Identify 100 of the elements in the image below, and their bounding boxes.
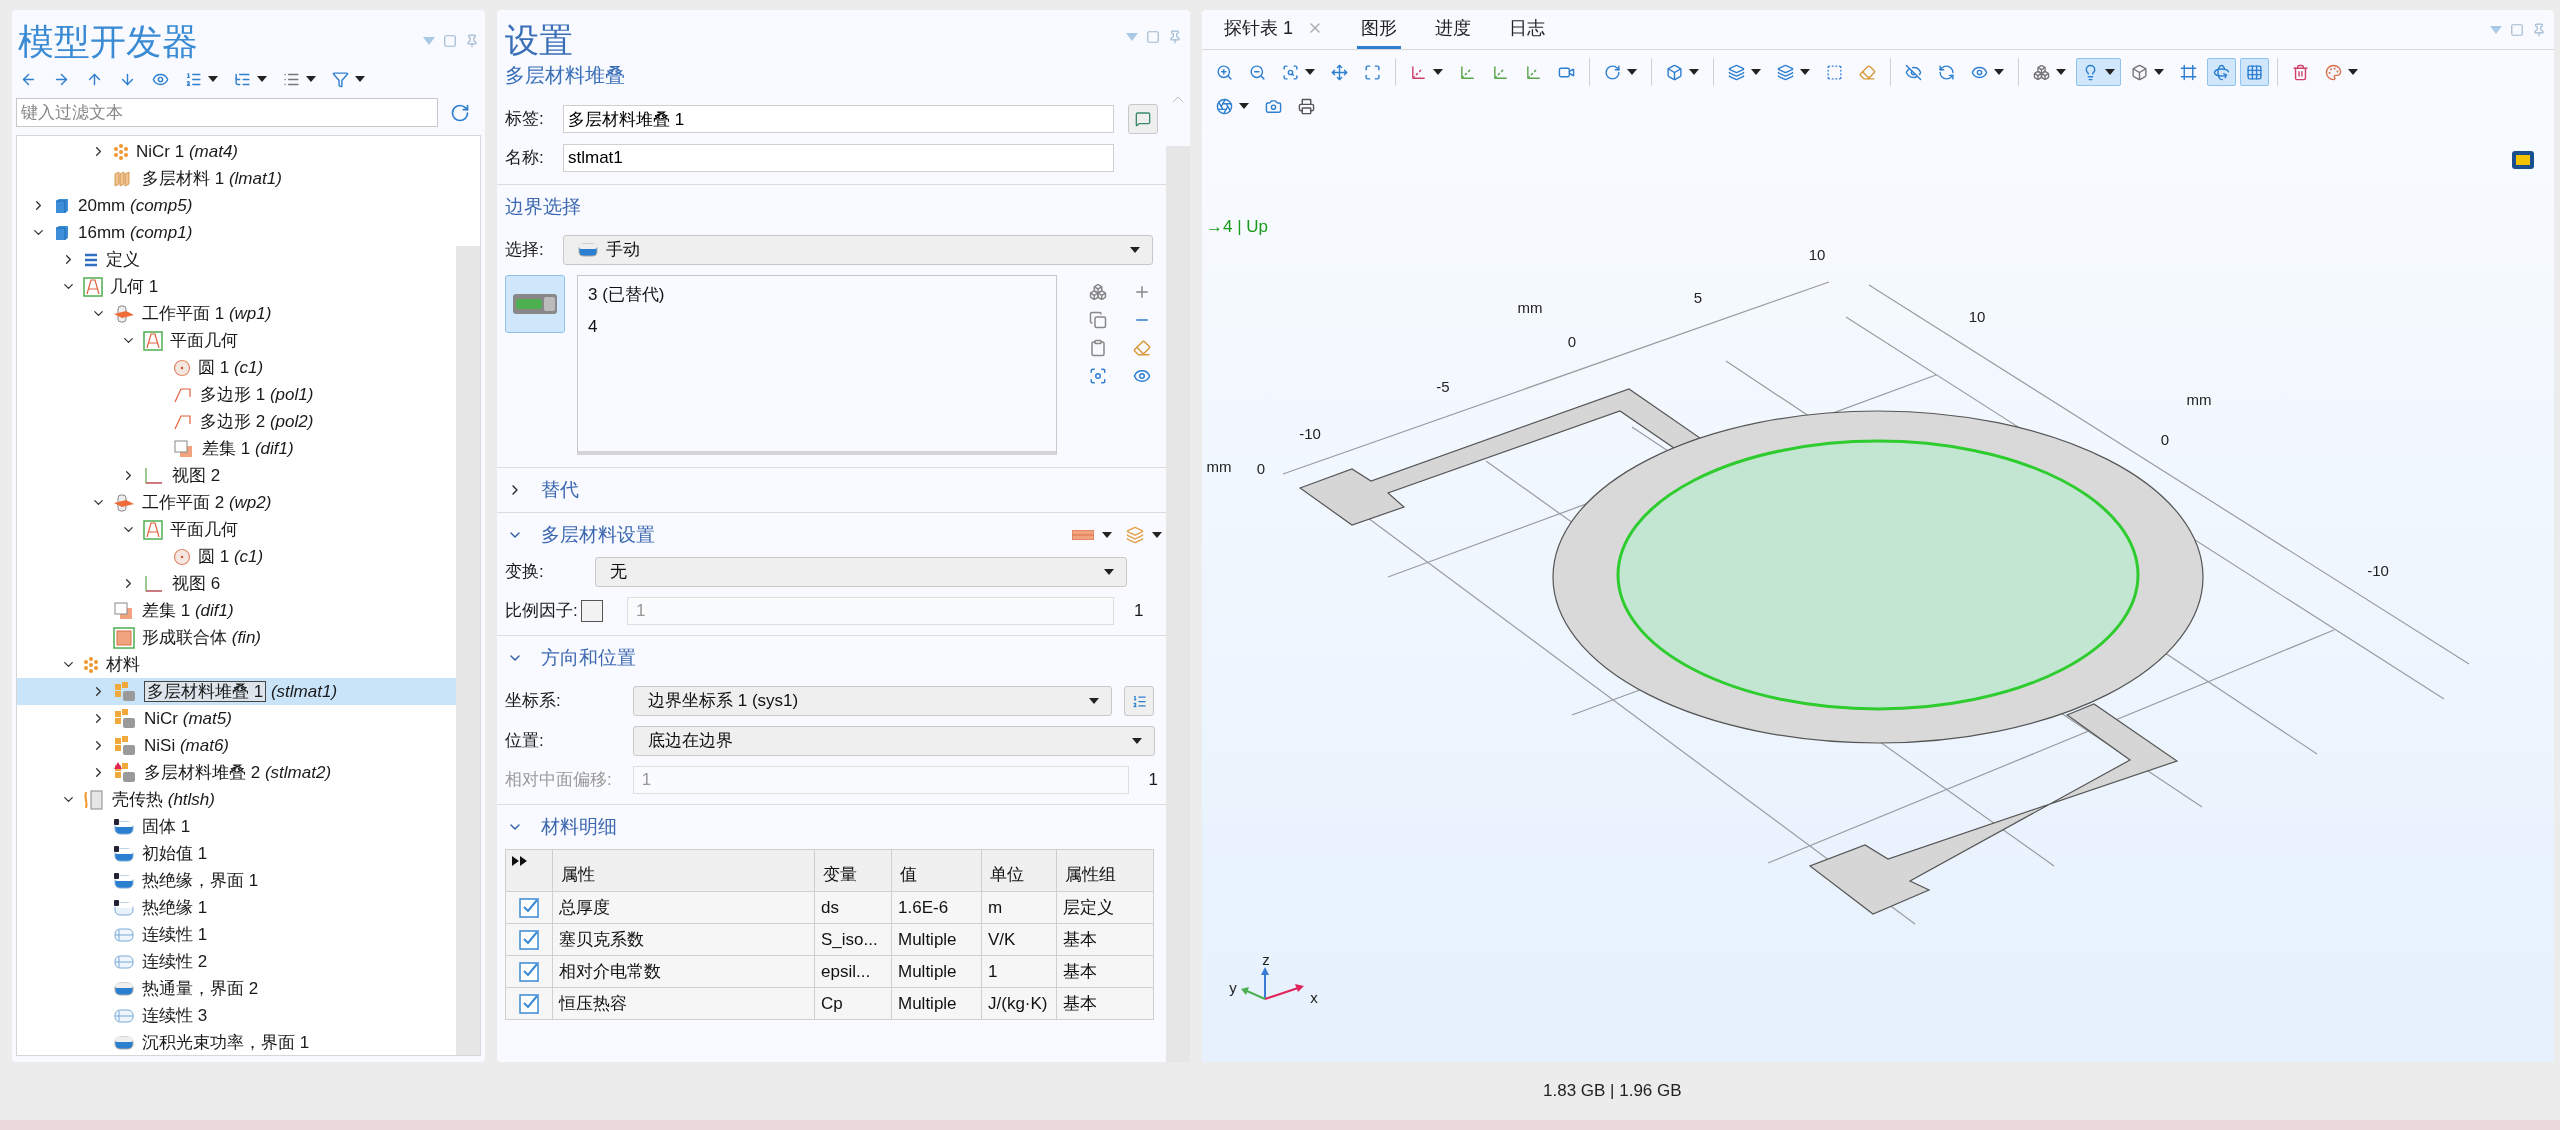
filter-button[interactable] [332, 70, 365, 88]
tree-item[interactable]: 平面几何 [17, 516, 456, 543]
text-field[interactable]: stlmat1 [563, 144, 1114, 172]
column-header[interactable]: 属性 [552, 849, 815, 892]
tab[interactable]: 日志 [1505, 10, 1549, 49]
column-header[interactable]: 属性组 [1056, 849, 1154, 892]
section-title[interactable]: 替代 [541, 475, 579, 505]
tree-item[interactable]: 形成联合体 (fin) [17, 624, 456, 651]
section-title[interactable]: 材料明细 [541, 812, 617, 842]
plane-icon [113, 303, 135, 324]
tree-item[interactable]: 20mm (comp5) [17, 192, 456, 219]
tree-item[interactable]: 热绝缘 1 [17, 894, 456, 921]
section-title[interactable]: 方向和位置 [541, 643, 636, 673]
cube-icon [2131, 63, 2148, 81]
layer-button[interactable] [1072, 530, 1112, 540]
tree-item[interactable]: 热通量，界面 2 [17, 975, 456, 1002]
tree-item[interactable]: 热绝缘，界面 1 [17, 867, 456, 894]
coordinate-button[interactable] [1124, 686, 1154, 716]
axes-icon [1459, 63, 1476, 81]
tree-item[interactable]: 定义 [17, 246, 456, 273]
toolbar-button[interactable] [2076, 58, 2121, 86]
column-header[interactable]: 单位 [981, 849, 1057, 892]
add-icon[interactable] [1133, 283, 1151, 301]
tree-item[interactable]: 壳传热 (htlsh) [17, 786, 456, 813]
tree-item[interactable]: 连续性 2 [17, 948, 456, 975]
checkbox[interactable] [581, 600, 603, 622]
tree-item[interactable]: NiCr (mat5) [17, 705, 456, 732]
tree-item[interactable]: 固体 1 [17, 813, 456, 840]
boxes-icon[interactable] [1089, 283, 1107, 301]
list-entry[interactable]: 3 (已替代) [588, 282, 1046, 308]
position-dropdown[interactable]: 底边在边界 [633, 726, 1155, 756]
scrollbar[interactable] [1166, 90, 1190, 1062]
checkbox[interactable] [519, 930, 539, 951]
layer-icon [1072, 530, 1094, 540]
tree-item-label: 视图 6 [172, 575, 221, 592]
text-field[interactable]: 多层材料堆叠 1 [563, 105, 1114, 133]
stack-button[interactable] [1126, 526, 1162, 544]
field-label: 名称: [505, 147, 545, 170]
cube-icon [53, 223, 71, 242]
tree-item[interactable]: 视图 2 [17, 462, 456, 489]
table-cell: Multiple [891, 987, 982, 1020]
transform-dropdown[interactable]: 无 [595, 557, 1127, 587]
scrollbar[interactable] [456, 136, 480, 1055]
column-header[interactable]: 值 [891, 849, 982, 892]
tree-item[interactable]: NiCr 1 (mat4) [17, 138, 456, 165]
filter-field[interactable]: 键入过滤文本 [16, 98, 438, 127]
column-header[interactable]: 变量 [814, 849, 892, 892]
tree-item[interactable]: 多层材料堆叠 1 (stlmat1) [17, 678, 456, 705]
sort-up-button[interactable] [185, 70, 218, 88]
tab[interactable]: 图形 [1357, 10, 1401, 49]
section-title[interactable]: 多层材料设置 [541, 520, 655, 550]
tree-item[interactable]: 工作平面 2 (wp2) [17, 489, 456, 516]
tree-item[interactable]: 多层材料堆叠 2 (stlmat2) [17, 759, 456, 786]
tree-item[interactable]: 平面几何 [17, 327, 456, 354]
polyline-icon [173, 385, 193, 404]
geometry-icon [143, 519, 163, 540]
tree-item[interactable]: NiSi (mat6) [17, 732, 456, 759]
table-cell: epsil... [814, 955, 892, 988]
blocks-icon [113, 734, 137, 757]
caret-icon [257, 76, 267, 82]
copy-icon[interactable] [1089, 311, 1107, 329]
selection-dropdown[interactable]: 手动 [563, 235, 1153, 265]
refresh-icon[interactable] [450, 102, 470, 123]
tab[interactable]: 进度 [1431, 10, 1475, 49]
expand-columns-icon[interactable] [512, 856, 528, 866]
domain-icon [113, 844, 135, 863]
tree-item[interactable]: 几何 1 [17, 273, 456, 300]
tree-item[interactable]: 视图 6 [17, 570, 456, 597]
tree-item[interactable]: 材料 [17, 651, 456, 678]
tree-item[interactable]: 圆 1 (c1) [17, 354, 456, 381]
tree-item[interactable]: 多边形 1 (pol1) [17, 381, 456, 408]
viewport-icon[interactable] [2512, 151, 2534, 169]
tree-item[interactable]: 连续性 3 [17, 1002, 456, 1029]
tree-item[interactable]: 圆 1 (c1) [17, 543, 456, 570]
rotate-icon [1604, 63, 1621, 81]
coordinate-system-dropdown[interactable]: 边界坐标系 1 (sys1) [633, 686, 1112, 716]
axis-label: y [1229, 979, 1237, 996]
tree-item[interactable]: 16mm (comp1) [17, 219, 456, 246]
tab[interactable]: 探针表 1 [1220, 10, 1327, 49]
eraser-icon[interactable] [1133, 339, 1151, 357]
checkbox[interactable] [519, 898, 539, 919]
tree-item[interactable]: 连续性 1 [17, 921, 456, 948]
tree-item[interactable]: 初始值 1 [17, 840, 456, 867]
tree-item[interactable]: 差集 1 (dif1) [17, 597, 456, 624]
tree-item-label: 多边形 2 (pol2) [200, 413, 314, 430]
tree-item[interactable]: 工作平面 1 (wp1) [17, 300, 456, 327]
tree-item[interactable]: 多边形 2 (pol2) [17, 408, 456, 435]
list-entry[interactable]: 4 [588, 313, 1046, 339]
checkbox[interactable] [519, 962, 539, 983]
comment-button[interactable] [1128, 104, 1158, 134]
tree-item[interactable]: 多层材料 1 (lmat1) [17, 165, 456, 192]
tree-item[interactable]: 差集 1 (dif1) [17, 435, 456, 462]
active-toggle[interactable] [505, 275, 565, 333]
paste-icon[interactable] [1089, 339, 1107, 357]
zoom-selection-icon[interactable] [1089, 367, 1107, 385]
checkbox[interactable] [519, 994, 539, 1015]
eye-icon[interactable] [1133, 367, 1151, 385]
filter-icon [332, 70, 349, 88]
selection-readout: →4 | Up [1206, 217, 1269, 236]
tree-item[interactable]: 沉积光束功率，界面 1 [17, 1029, 456, 1055]
